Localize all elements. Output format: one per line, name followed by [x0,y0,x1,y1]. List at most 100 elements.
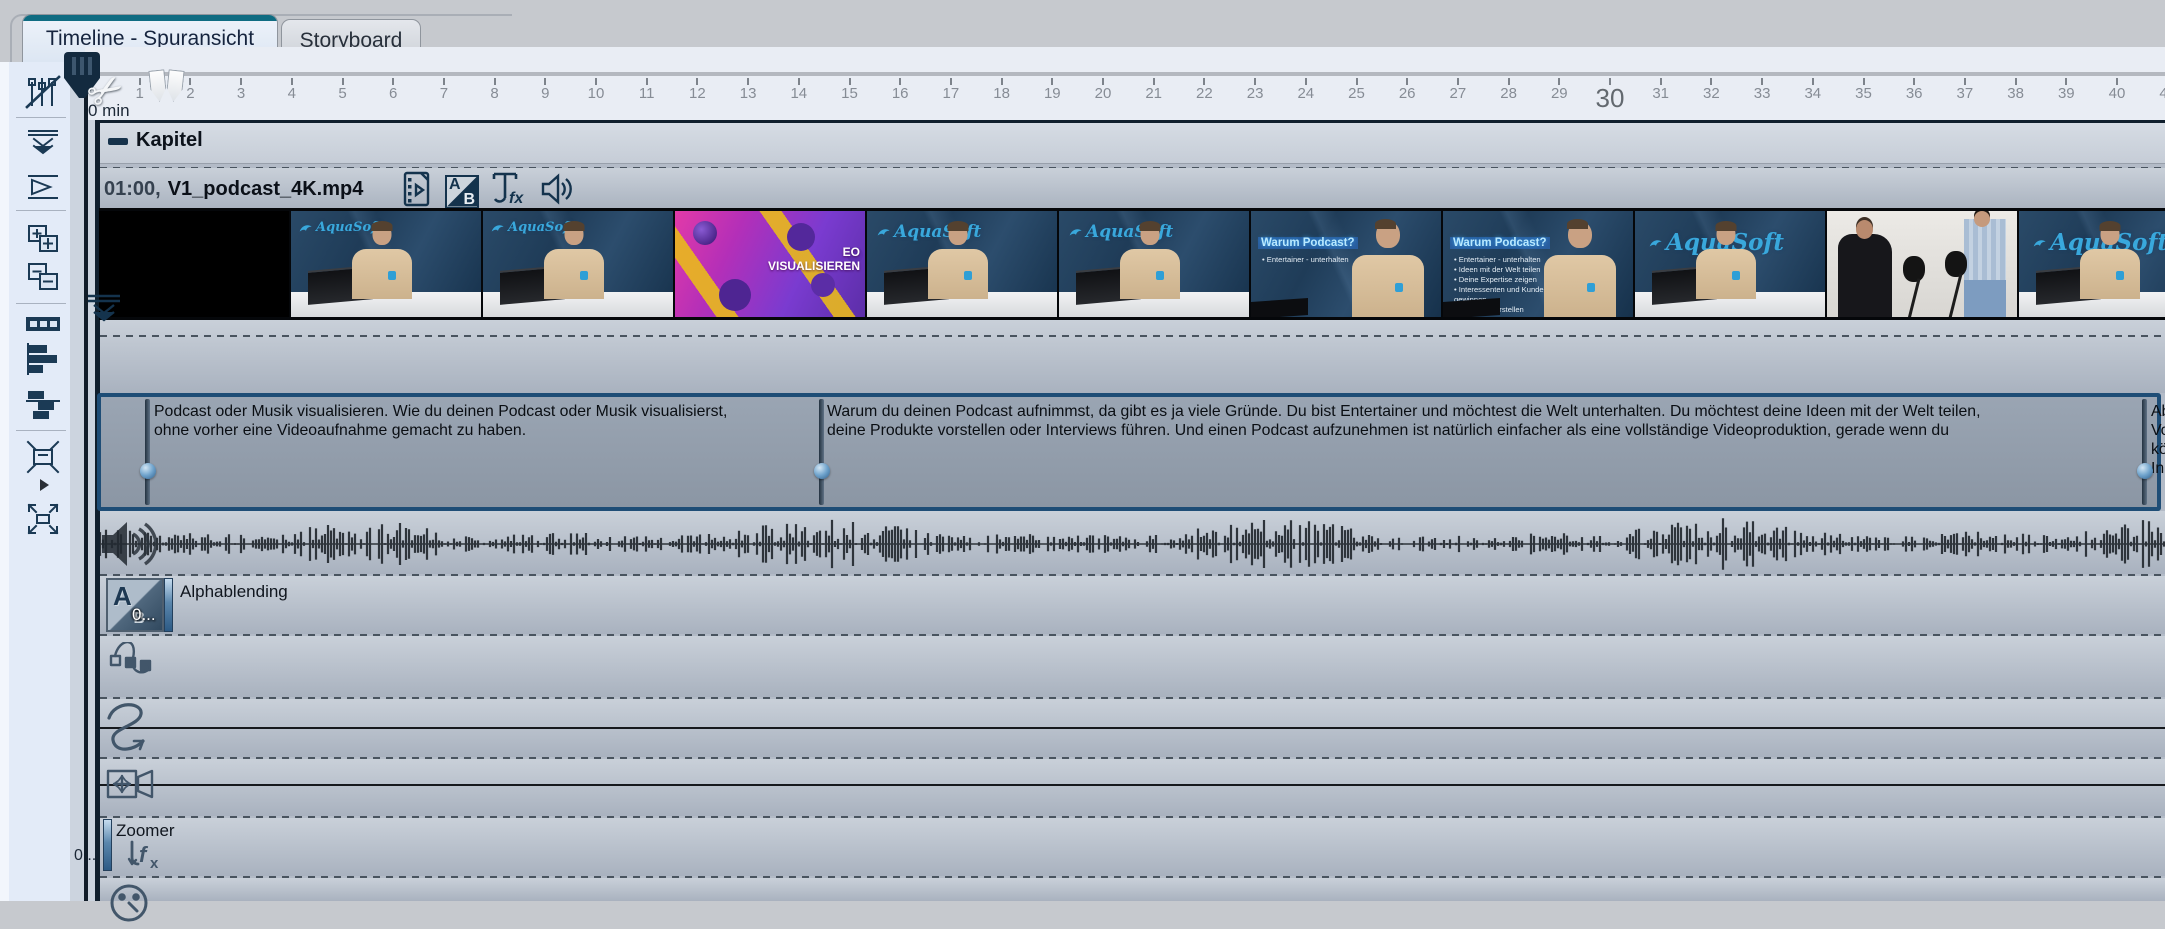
ruler-tick [899,78,901,85]
ruler-tick [2116,78,2118,85]
filmstrip-frame-studio[interactable]: AquaSoft [867,211,1057,317]
track-sync-off-icon[interactable] [24,73,62,111]
filmstrip-frame-purple[interactable]: EOVISUALISIEREN [675,211,865,317]
ruler-number: 35 [1855,85,1872,102]
insert-gap-overlay-icon[interactable] [84,292,124,329]
ruler-number: 34 [1804,85,1821,102]
ruler-tick [1356,78,1358,85]
video-clip-filmstrip[interactable]: AquaSoftAquaSoftEOVISUALISIERENAquaSoftA… [99,208,2165,320]
ruler-tick [494,78,496,85]
alphablending-keyframe-bar[interactable] [164,578,173,632]
ruler-number: 15 [841,85,858,102]
ruler-number: 8 [490,85,498,102]
stagger-tracks-icon[interactable] [24,386,62,424]
segment-boundary-handle[interactable] [2142,399,2147,505]
ruler-tick [544,78,546,85]
text-segment[interactable]: AbVoköIn [2151,402,2165,478]
align-tracks-left-icon[interactable] [24,340,62,378]
ruler-tick [1863,78,1865,85]
timer-face-icon[interactable] [108,882,150,929]
filmstrip-frame-studio[interactable]: AquaSoft [1635,211,1825,317]
ruler-tick [1964,78,1966,85]
filmstrip-frame-bright[interactable] [1827,211,2017,317]
filmstrip-frame-studio[interactable]: AquaSoft [2019,211,2165,317]
zoomer-keyframe-bar[interactable] [103,819,112,871]
ruler-tick [1558,78,1560,85]
zoomer-fx-icon[interactable]: fx [124,840,164,877]
ruler-tick [392,78,394,85]
ruler-tick [1305,78,1307,85]
text-track-object[interactable]: Podcast oder Musik visualisieren. Wie du… [97,393,2161,511]
timeline-ruler[interactable]: 0 min 1234567891011121314151617181920212… [85,47,2165,120]
expand-selection-icon[interactable] [24,500,62,538]
zoom-out-objects-icon[interactable] [24,258,62,296]
collapse-chapter-button[interactable] [108,138,128,145]
toolbar-divider [16,117,66,118]
fit-selection-dropdown-caret[interactable] [40,479,49,491]
ruler-number: 14 [790,85,807,102]
filmstrip-frame-slide[interactable]: Warum Podcast?• Entertainer - unterhalte… [1443,211,1633,317]
ruler-tick [1153,78,1155,85]
svg-text:fx: fx [509,190,524,207]
ruler-number: 31 [1652,85,1669,102]
ruler-tick [1203,78,1205,85]
keyframe-bounce-icon[interactable] [108,642,154,689]
insert-play-icon[interactable] [24,168,62,206]
camera-pan-curve[interactable] [100,784,2165,786]
filmstrip-frame-studio[interactable]: AquaSoft [291,211,481,317]
ruler-tick [1051,78,1053,85]
ruler-number: 24 [1297,85,1314,102]
motion-path-curve[interactable] [100,727,2165,729]
text-effects-icon[interactable]: fx [492,170,528,213]
clip-title[interactable]: 01:00, V1_podcast_4K.mp4 [104,172,363,206]
ab-transition-icon[interactable]: A B [445,175,479,209]
chapter-track-header[interactable]: Kapitel [100,123,2165,164]
ruler-number: 2 [186,85,194,102]
toolbar-divider [16,210,66,211]
ruler-band [85,72,2165,76]
ruler-number: 6 [389,85,397,102]
segment-boundary-handle[interactable] [145,399,150,505]
ruler-tick [1761,78,1763,85]
fit-selection-icon[interactable] [24,438,62,476]
toolbar-divider [16,430,66,431]
ruler-number: 33 [1754,85,1771,102]
ruler-tick [189,78,191,85]
playhead-line[interactable] [84,94,88,901]
ruler-tick [2015,78,2017,85]
insert-gap-down-icon[interactable] [24,123,62,161]
ruler-tick [595,78,597,85]
ruler-number: 16 [892,85,909,102]
text-segment[interactable]: Warum du deinen Podcast aufnimmst, da gi… [827,402,2140,440]
bottom-row [100,878,2165,901]
motion-path-icon[interactable] [104,701,154,760]
ruler-tick [1660,78,1662,85]
letter-a: A [449,176,461,194]
text-segment[interactable]: Podcast oder Musik visualisieren. Wie du… [154,402,817,440]
ruler-number: 4 [288,85,296,102]
video-file-icon[interactable] [402,170,432,213]
zoom-in-objects-icon[interactable] [24,220,62,258]
ruler-tick [1254,78,1256,85]
ruler-tick [1457,78,1459,85]
filmstrip-frame-black[interactable] [99,211,289,317]
ruler-number: 36 [1906,85,1923,102]
ruler-number: 41 [2159,85,2165,102]
clip-audio-volume-icon[interactable] [541,173,575,210]
ruler-tick [646,78,648,85]
filmstrip-view-icon[interactable] [24,305,62,343]
ruler-number: 39 [2058,85,2075,102]
audio-track-speaker-icon[interactable] [100,517,158,576]
filmstrip-frame-studio[interactable]: AquaSoft [1059,211,1249,317]
ruler-number: 38 [2007,85,2024,102]
ruler-number: 7 [440,85,448,102]
filmstrip-frame-studio[interactable]: AquaSoft [483,211,673,317]
ruler-tick [342,78,344,85]
clip-filename: V1_podcast_4K.mp4 [168,178,364,201]
audio-waveform[interactable] [100,514,2165,574]
segment-boundary-handle[interactable] [819,399,824,505]
filmstrip-frame-slide[interactable]: Warum Podcast?• Entertainer - unterhalte… [1251,211,1441,317]
camera-pan-icon[interactable] [106,764,156,809]
ruler-number: 37 [1957,85,1974,102]
alphablending-duration-badge: 0... [132,605,156,625]
